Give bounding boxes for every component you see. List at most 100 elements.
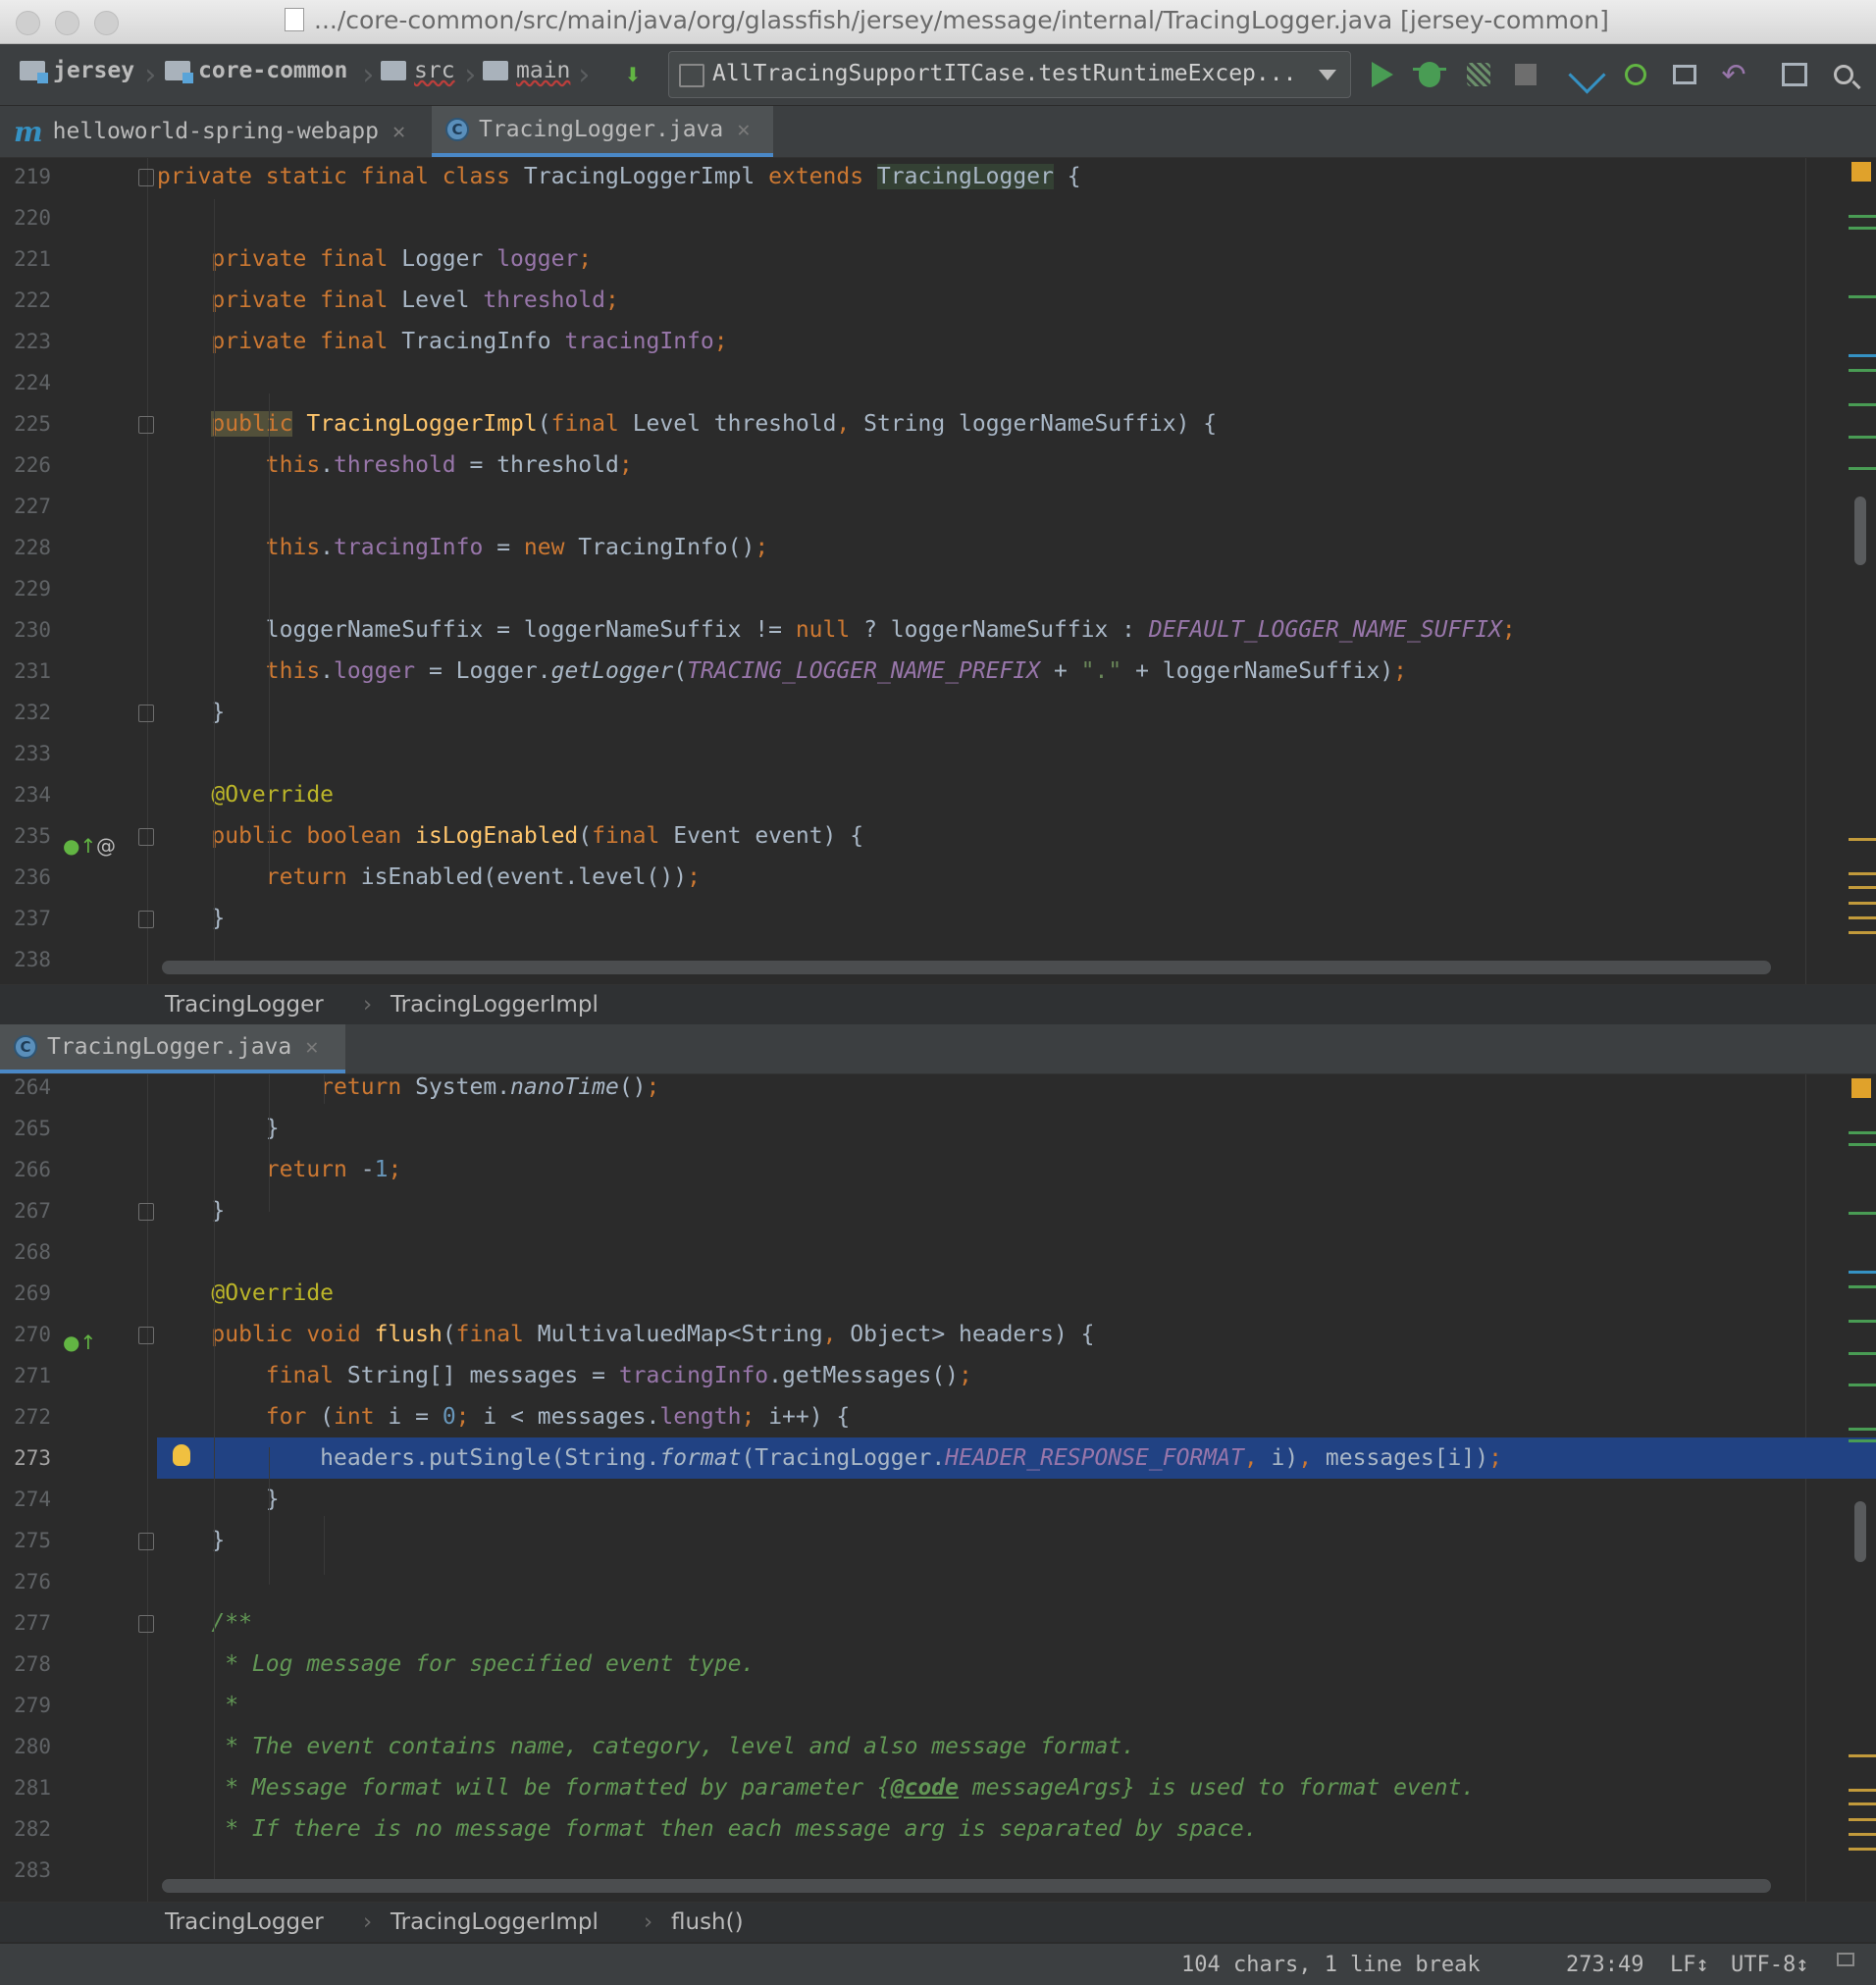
breadcrumb-inner-class[interactable]: TracingLoggerImpl (391, 992, 599, 1018)
run-configuration-dropdown[interactable]: AllTracingSupportITCase.testRuntimeExcep… (668, 51, 1351, 98)
line-number[interactable]: 234 (0, 774, 51, 815)
line-number[interactable]: 266 (0, 1149, 51, 1190)
fold-marker-icon[interactable] (138, 1327, 154, 1344)
code-line[interactable]: 225 public TracingLoggerImpl(final Level… (0, 403, 1805, 444)
fold-marker-icon[interactable] (138, 169, 154, 186)
code-line[interactable]: 220 (0, 197, 1805, 238)
tab-tracinglogger-java-split[interactable]: C TracingLogger.java ✕ (0, 1024, 345, 1073)
line-number[interactable]: 264 (0, 1074, 51, 1108)
code-text[interactable]: public boolean isLogEnabled(final Event … (157, 815, 863, 857)
line-number[interactable]: 271 (0, 1355, 51, 1396)
nav-crumb-module[interactable]: core-common (165, 58, 347, 83)
code-line[interactable]: 268 (0, 1231, 1805, 1273)
line-number[interactable]: 267 (0, 1190, 51, 1231)
code-line[interactable]: 273 headers.putSingle(String.format(Trac… (14, 1437, 1876, 1479)
code-text[interactable]: loggerNameSuffix = loggerNameSuffix != n… (157, 609, 1516, 651)
code-text[interactable]: this.logger = Logger.getLogger(TRACING_L… (157, 651, 1407, 692)
breadcrumb-class[interactable]: TracingLogger (165, 992, 324, 1018)
fold-marker-icon[interactable] (138, 416, 154, 434)
build-project-icon[interactable]: ⬇ (616, 58, 650, 91)
breadcrumb-class[interactable]: TracingLogger (165, 1909, 324, 1935)
line-number[interactable]: 265 (0, 1108, 51, 1149)
line-number[interactable]: 275 (0, 1520, 51, 1561)
search-everywhere-button[interactable] (1827, 58, 1860, 91)
line-number[interactable]: 283 (0, 1850, 51, 1891)
close-icon[interactable]: ✕ (737, 118, 750, 142)
line-number[interactable]: 235 (0, 815, 51, 857)
line-number[interactable]: 229 (0, 568, 51, 609)
line-number[interactable]: 270 (0, 1314, 51, 1355)
code-line[interactable]: 274 } (0, 1479, 1805, 1520)
code-line[interactable]: 282 * If there is no message format then… (0, 1808, 1805, 1850)
fold-marker-icon[interactable] (138, 828, 154, 846)
fold-marker-icon[interactable] (138, 1203, 154, 1221)
line-number[interactable]: 279 (0, 1685, 51, 1726)
lock-icon[interactable] (1837, 1953, 1854, 1966)
code-text[interactable]: return -1; (157, 1149, 402, 1190)
vertical-scrollbar[interactable] (1854, 1501, 1866, 1562)
code-text[interactable]: * Message format will be formatted by pa… (157, 1767, 1475, 1808)
code-text[interactable]: final String[] messages = tracingInfo.ge… (157, 1355, 972, 1396)
code-line[interactable]: 228 this.tracingInfo = new TracingInfo()… (0, 527, 1805, 568)
code-line[interactable]: 227 (0, 486, 1805, 527)
code-line[interactable]: 277 /** (0, 1602, 1805, 1644)
code-line[interactable]: 269 @Override (0, 1273, 1805, 1314)
caret-position[interactable]: 273:49 (1566, 1953, 1643, 1977)
code-text[interactable]: private static final class TracingLogger… (157, 158, 1081, 197)
code-text[interactable]: /** (157, 1602, 252, 1644)
line-number[interactable]: 224 (0, 362, 51, 403)
code-text[interactable]: * Log message for specified event type. (157, 1644, 755, 1685)
code-line[interactable]: 236 return isEnabled(event.level()); (0, 857, 1805, 898)
line-number[interactable]: 238 (0, 939, 51, 980)
code-line[interactable]: 276 (0, 1561, 1805, 1602)
line-number[interactable]: 276 (0, 1561, 51, 1602)
code-text[interactable]: @Override (157, 1273, 334, 1314)
code-text[interactable]: headers.putSingle(String.format(TracingL… (157, 1437, 1502, 1479)
vcs-history-button[interactable] (1668, 58, 1701, 91)
code-text[interactable]: * If there is no message format then eac… (157, 1808, 1257, 1850)
line-number[interactable]: 221 (0, 238, 51, 280)
code-text[interactable]: public TracingLoggerImpl(final Level thr… (157, 403, 1217, 444)
code-line[interactable]: 231 this.logger = Logger.getLogger(TRACI… (0, 651, 1805, 692)
code-line[interactable]: 221 private final Logger logger; (0, 238, 1805, 280)
fold-marker-icon[interactable] (138, 1615, 154, 1633)
stop-button[interactable] (1509, 58, 1542, 91)
line-number[interactable]: 233 (0, 733, 51, 774)
code-text[interactable]: this.tracingInfo = new TracingInfo(); (157, 527, 768, 568)
nav-crumb-main[interactable]: main (483, 58, 570, 83)
line-number[interactable]: 230 (0, 609, 51, 651)
line-number[interactable]: 268 (0, 1231, 51, 1273)
vcs-update-button[interactable] (1567, 55, 1606, 94)
line-separator-selector[interactable]: LF↕ (1670, 1953, 1709, 1977)
zoom-window-button[interactable] (94, 11, 119, 35)
code-text[interactable]: } (157, 1108, 280, 1149)
code-line[interactable]: 279 * (0, 1685, 1805, 1726)
code-line[interactable]: 264 return System.nanoTime(); (0, 1074, 1805, 1108)
line-number[interactable]: 280 (0, 1726, 51, 1767)
code-line[interactable]: 267 } (0, 1190, 1805, 1231)
line-number[interactable]: 228 (0, 527, 51, 568)
line-number[interactable]: 225 (0, 403, 51, 444)
line-number[interactable]: 220 (0, 197, 51, 238)
code-line[interactable]: 278 * Log message for specified event ty… (0, 1644, 1805, 1685)
line-number[interactable]: 226 (0, 444, 51, 486)
code-line[interactable]: 237 } (0, 898, 1805, 939)
close-icon[interactable]: ✕ (392, 120, 405, 144)
code-line[interactable]: 270 public void flush(final MultivaluedM… (0, 1314, 1805, 1355)
breadcrumb-inner-class[interactable]: TracingLoggerImpl (391, 1909, 599, 1935)
fold-marker-icon[interactable] (138, 911, 154, 928)
code-text[interactable]: @Override (157, 774, 334, 815)
fold-marker-icon[interactable] (138, 705, 154, 722)
code-line[interactable]: 222 private final Level threshold; (0, 280, 1805, 321)
tab-tracinglogger-java[interactable]: C TracingLogger.java ✕ (432, 106, 773, 157)
top-code-editor[interactable]: 219 private static final class TracingLog… (0, 158, 1876, 984)
line-number[interactable]: 236 (0, 857, 51, 898)
code-line[interactable]: 272 for (int i = 0; i < messages.length;… (0, 1396, 1805, 1437)
project-structure-button[interactable] (1778, 58, 1811, 91)
code-line[interactable]: 275 } (0, 1520, 1805, 1561)
line-number[interactable]: 227 (0, 486, 51, 527)
run-button[interactable] (1366, 58, 1399, 91)
tab-helloworld-spring-webapp[interactable]: m helloworld-spring-webapp ✕ (0, 106, 428, 157)
code-text[interactable]: public void flush(final MultivaluedMap<S… (157, 1314, 1094, 1355)
bottom-code-editor[interactable]: 264 return System.nanoTime(); 265 } 266 re… (0, 1074, 1876, 1902)
